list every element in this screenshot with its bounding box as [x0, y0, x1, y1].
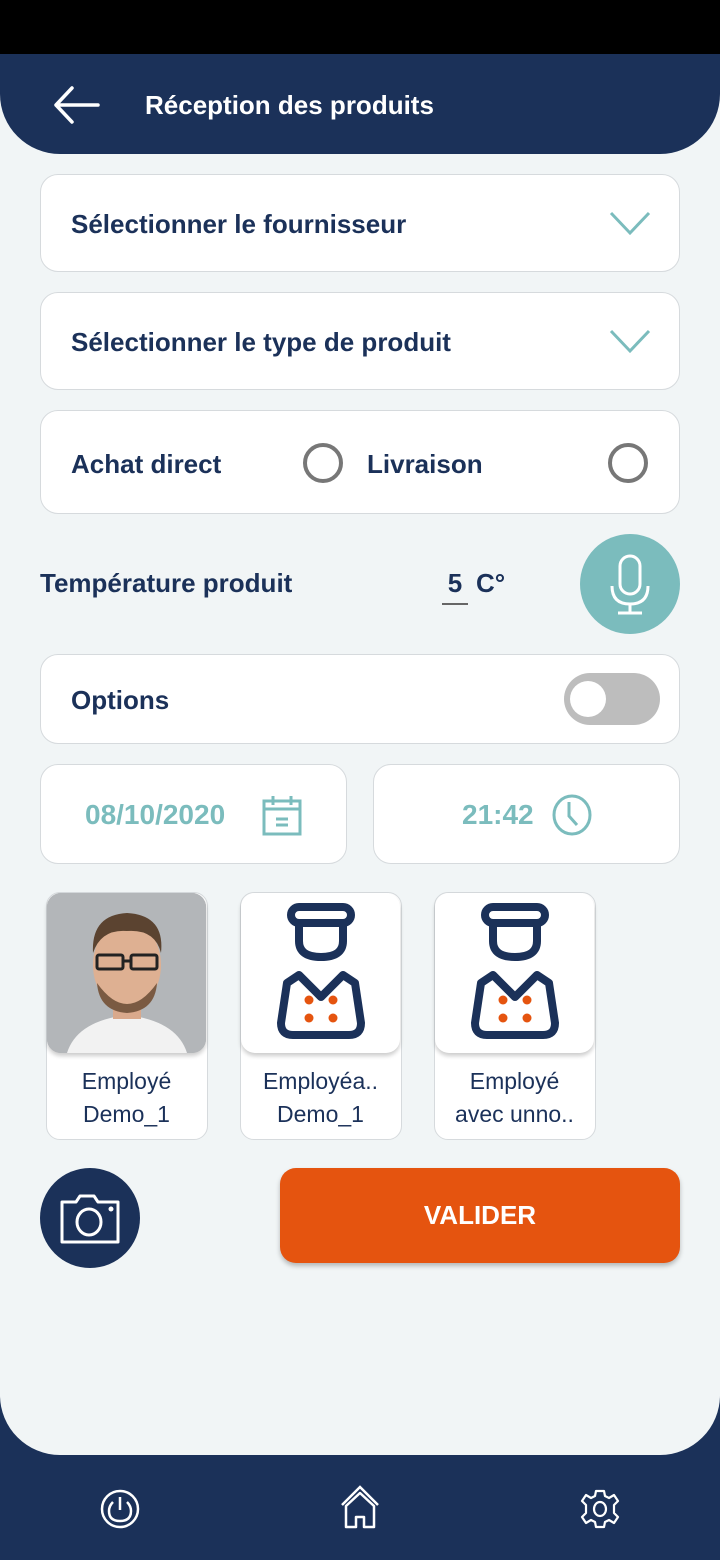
employee-avatar — [435, 893, 594, 1053]
radio-label-achat-direct: Achat direct — [71, 449, 222, 479]
radio-livraison[interactable] — [608, 443, 648, 483]
nav-power[interactable] — [98, 1485, 142, 1533]
temperature-unit: C° — [476, 568, 506, 598]
home-icon — [341, 1485, 379, 1529]
microphone-icon — [610, 554, 650, 615]
radio-achat-direct[interactable] — [303, 443, 343, 483]
supplier-select[interactable]: Sélectionner le fournisseur — [40, 174, 680, 272]
employee-name: Employéa.. Demo_1 — [262, 1068, 379, 1127]
calendar-icon — [262, 796, 302, 836]
nav-home[interactable] — [338, 1485, 382, 1533]
temperature-label: Température produit — [40, 568, 293, 598]
employee-avatar — [241, 893, 400, 1053]
employee-photo — [47, 893, 206, 1053]
gear-icon — [580, 1489, 620, 1529]
employee-name: Employé Demo_1 — [81, 1068, 172, 1127]
employee-card[interactable]: Employé avec unno.. — [434, 892, 596, 1140]
clock-icon — [552, 794, 592, 836]
product-type-select[interactable]: Sélectionner le type de produit — [40, 292, 680, 390]
power-icon — [100, 1489, 140, 1529]
page-title: Réception des produits — [145, 90, 434, 120]
chef-icon — [277, 903, 365, 1039]
supplier-select-label: Sélectionner le fournisseur — [71, 209, 407, 239]
options-label: Options — [71, 685, 170, 715]
nav-settings[interactable] — [578, 1485, 622, 1533]
employee-card[interactable]: Employé Demo_1 — [46, 892, 208, 1140]
toggle-knob — [570, 681, 606, 717]
app-header: Réception des produits — [0, 54, 720, 154]
chevron-down-icon — [609, 329, 651, 354]
chevron-down-icon — [609, 211, 651, 236]
time-picker[interactable]: 21:42 — [373, 764, 680, 864]
purchase-mode-group: Achat direct Livraison — [40, 410, 680, 514]
options-toggle[interactable] — [564, 673, 660, 725]
employee-card[interactable]: Employéa.. Demo_1 — [240, 892, 402, 1140]
time-value: 21:42 — [462, 799, 534, 830]
camera-button[interactable] — [40, 1168, 140, 1268]
validate-button[interactable]: VALIDER — [280, 1168, 680, 1263]
voice-input-button[interactable] — [580, 534, 680, 634]
camera-icon — [60, 1194, 120, 1244]
back-button[interactable] — [52, 84, 102, 126]
date-value: 08/10/2020 — [85, 799, 226, 830]
product-type-select-label: Sélectionner le type de produit — [71, 327, 451, 357]
chef-icon — [471, 903, 559, 1039]
date-picker[interactable]: 08/10/2020 — [40, 764, 347, 864]
temperature-input[interactable]: 5 — [442, 568, 468, 605]
radio-label-livraison: Livraison — [367, 449, 483, 479]
status-bar — [0, 0, 720, 54]
employee-name: Employé avec unno.. — [455, 1068, 574, 1127]
arrow-left-icon — [54, 86, 100, 124]
